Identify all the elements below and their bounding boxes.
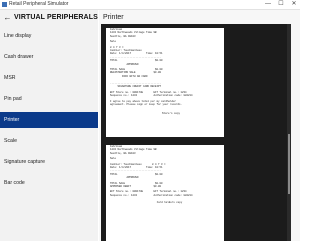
maximize-button[interactable]: ☐ <box>275 0 287 9</box>
nav-item-bar-code[interactable]: Bar code <box>0 175 98 191</box>
nav-item-scale[interactable]: Scale <box>0 133 98 149</box>
page-title: Printer <box>103 14 124 21</box>
nav-item-printer[interactable]: Printer <box>0 112 98 128</box>
window-title: Retail Peripheral Simulator <box>9 1 69 7</box>
nav-item-pin-pad[interactable]: Pin pad <box>0 91 98 107</box>
nav-item-signature-capture[interactable]: Signature capture <box>0 154 98 170</box>
receipt-line: Card holders copy <box>147 201 183 205</box>
minimize-button[interactable]: — <box>262 0 274 9</box>
vertical-scrollbar[interactable] <box>287 24 291 241</box>
close-button[interactable]: ✕ <box>288 0 300 9</box>
nav-item-line-display[interactable]: Line display <box>0 28 98 44</box>
nav-item-cash-drawer[interactable]: Cash drawer <box>0 49 98 65</box>
receipt-line: Store's copy <box>149 112 180 116</box>
receipt-store-copy: Fabrikam 1234 Northwoods Village Time 9B S… <box>106 28 224 137</box>
sidebar: ← VIRTUAL PERIPHERALS Line display Cash d… <box>0 10 98 241</box>
window-title-bar: Retail Peripheral Simulator — ☐ ✕ <box>0 0 300 10</box>
main-panel: Printer Fabrikam 1234 Northwoods Village … <box>99 10 300 241</box>
sidebar-title: VIRTUAL PERIPHERALS <box>14 14 98 21</box>
receipt-cardholder-copy: Fabrikam 1234 Northwoods Village Time 9B S… <box>106 145 224 241</box>
peripheral-nav: Line display Cash drawer MSR Pin pad Printer… <box>0 28 98 196</box>
printer-output-viewer: Fabrikam 1234 Northwoods Village Time 9B S… <box>101 24 291 241</box>
back-arrow-icon[interactable]: ← <box>3 13 12 22</box>
scrollbar-thumb[interactable] <box>288 134 290 194</box>
app-icon <box>2 2 7 7</box>
nav-item-msr[interactable]: MSR <box>0 70 98 86</box>
